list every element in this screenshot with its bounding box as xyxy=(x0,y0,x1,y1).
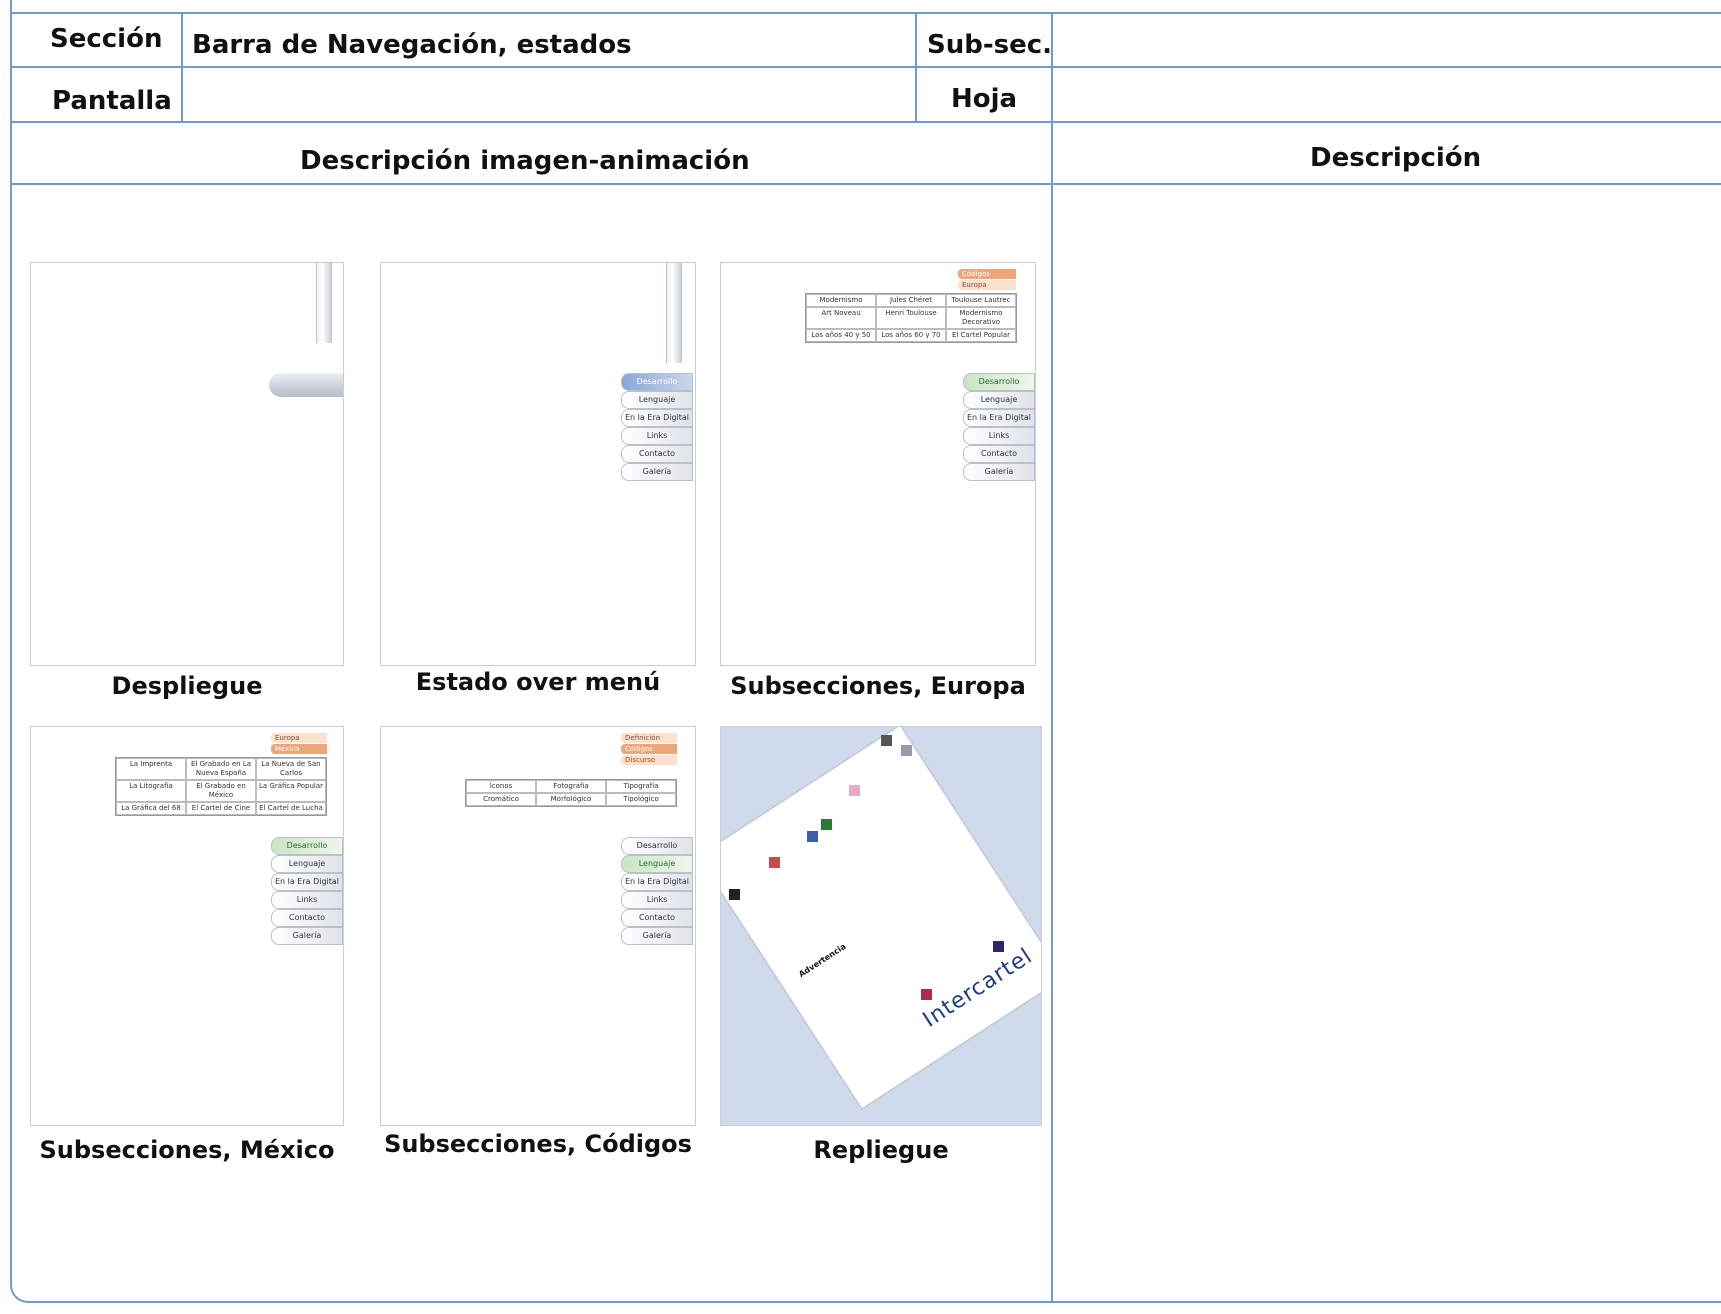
menu-item-galeria: Galería xyxy=(621,927,693,945)
color-swatch xyxy=(901,745,912,756)
menu-item-galeria: Galería xyxy=(963,463,1035,481)
rule-top xyxy=(10,12,1721,14)
brand-logo: Intercartel xyxy=(918,943,1038,1033)
submenu-item: Tipografía xyxy=(606,780,676,793)
menu-item-galeria: Galería xyxy=(271,927,343,945)
menu-item-contacto: Contacto xyxy=(271,909,343,927)
submenu-item: La Gráfica del 68 xyxy=(116,802,186,815)
menu-item-contacto: Contacto xyxy=(621,909,693,927)
thumb-despliegue xyxy=(30,262,344,666)
rule-row3 xyxy=(10,183,1721,185)
submenu-item: Modernismo xyxy=(806,294,876,307)
nav-pole xyxy=(316,263,332,343)
caption-europa: Subsecciones, Europa xyxy=(730,672,1026,700)
submenu-mexico: La Imprenta El Grabado en La Nueva Españ… xyxy=(115,757,327,816)
subsec-label: Sub-sec. xyxy=(927,30,1053,60)
submenu-item: Los años 40 y 50 xyxy=(806,329,876,342)
submenu-item: El Grabado en México xyxy=(186,780,256,802)
seccion-value: Barra de Navegación, estados xyxy=(192,30,632,60)
tag-mexico: México xyxy=(271,744,327,754)
menu-item-links: Links xyxy=(621,427,693,445)
submenu-item: La Litografía xyxy=(116,780,186,802)
submenu-item: Cromático xyxy=(466,793,536,806)
submenu-item: El Grabado en La Nueva España xyxy=(186,758,256,780)
thumb-codigos: Definición Códigos Discurso Íconos Fotog… xyxy=(380,726,696,1126)
menu-item-desarrollo: Desarrollo xyxy=(621,373,693,391)
color-swatch xyxy=(921,989,932,1000)
menu-item-lenguaje: Lenguaje xyxy=(271,855,343,873)
submenu-item: Los años 60 y 70 xyxy=(876,329,946,342)
submenu-item: El Cartel de Lucha xyxy=(256,802,326,815)
menu-item-era-digital: En la Era Digital xyxy=(963,409,1035,427)
color-swatch xyxy=(821,819,832,830)
rule-col-a xyxy=(181,12,183,123)
hoja-label: Hoja xyxy=(951,84,1018,114)
color-swatch xyxy=(993,941,1004,952)
menu-item-links: Links xyxy=(621,891,693,909)
rule-col-b xyxy=(915,12,917,123)
menu-item-lenguaje: Lenguaje xyxy=(621,855,693,873)
submenu-item: El Cartel Popular xyxy=(946,329,1016,342)
submenu-item: Modernismo Decorativo xyxy=(946,307,1016,329)
submenu-item: La Nueva de San Carlos xyxy=(256,758,326,780)
menu-item-desarrollo: Desarrollo xyxy=(271,837,343,855)
menu-item-links: Links xyxy=(271,891,343,909)
tag-definicion: Definición xyxy=(621,733,677,743)
submenu-item: Fotografía xyxy=(536,780,606,793)
menu-item-desarrollo: Desarrollo xyxy=(963,373,1035,391)
nav-pole xyxy=(666,263,682,363)
caption-despliegue: Despliegue xyxy=(111,672,263,700)
menu-item-era-digital: En la Era Digital xyxy=(621,409,693,427)
caption-mexico: Subsecciones, México xyxy=(39,1136,335,1164)
page-heading: Advertencia xyxy=(797,941,848,980)
submenu-item: El Cartel de Cine xyxy=(186,802,256,815)
submenu-item: Toulouse Lautrec xyxy=(946,294,1016,307)
rule-col-c xyxy=(1051,12,1053,1303)
tag-europa: Europa xyxy=(271,733,327,743)
menu-item-galeria: Galería xyxy=(621,463,693,481)
thumb-estado-over: Desarrollo Lenguaje En la Era Digital Li… xyxy=(380,262,696,666)
menu-item-contacto: Contacto xyxy=(963,445,1035,463)
pantalla-label: Pantalla xyxy=(52,86,172,116)
menu-item-links: Links xyxy=(963,427,1035,445)
submenu-item: Tipológico xyxy=(606,793,676,806)
rule-row1 xyxy=(10,66,1721,68)
submenu-item: Henri Toulouse xyxy=(876,307,946,329)
tag-codigos: Códigos xyxy=(958,269,1016,279)
tag-discurso: Discurso xyxy=(621,755,677,765)
caption-estado-over: Estado over menú xyxy=(415,668,661,696)
submenu-item: Art Noveau xyxy=(806,307,876,329)
submenu-item: La Gráfica Popular xyxy=(256,780,326,802)
seccion-label: Sección xyxy=(50,24,163,54)
thumb-europa: Códigos Europa Modernismo Jules Chéret T… xyxy=(720,262,1036,666)
tag-codigos: Códigos xyxy=(621,744,677,754)
menu-item-desarrollo: Desarrollo xyxy=(621,837,693,855)
rotated-page: Advertencia Intercartel xyxy=(721,727,1041,1109)
submenu-item: Morfológico xyxy=(536,793,606,806)
submenu-codigos: Íconos Fotografía Tipografía Cromático M… xyxy=(465,779,677,807)
tag-europa: Europa xyxy=(958,280,1016,290)
color-swatch xyxy=(807,831,818,842)
submenu-item: Íconos xyxy=(466,780,536,793)
menu-item-lenguaje: Lenguaje xyxy=(621,391,693,409)
menu-item-era-digital: En la Era Digital xyxy=(621,873,693,891)
submenu-item: Jules Chéret xyxy=(876,294,946,307)
submenu-europa: Modernismo Jules Chéret Toulouse Lautrec… xyxy=(805,293,1017,343)
column-left-title: Descripción imagen-animación xyxy=(300,146,750,176)
caption-codigos: Subsecciones, Códigos xyxy=(384,1130,692,1158)
color-swatch xyxy=(881,735,892,746)
thumb-repliegue: Advertencia Intercartel xyxy=(720,726,1042,1126)
caption-repliegue: Repliegue xyxy=(813,1136,949,1164)
color-swatch xyxy=(849,785,860,796)
column-right-title: Descripción xyxy=(1310,143,1482,173)
menu-item-contacto: Contacto xyxy=(621,445,693,463)
menu-item-lenguaje: Lenguaje xyxy=(963,391,1035,409)
rule-row2 xyxy=(10,121,1721,123)
color-swatch xyxy=(729,889,740,900)
color-swatch xyxy=(769,857,780,868)
thumb-mexico: Europa México La Imprenta El Grabado en … xyxy=(30,726,344,1126)
menu-item-era-digital: En la Era Digital xyxy=(271,873,343,891)
submenu-item: La Imprenta xyxy=(116,758,186,780)
nav-lamp xyxy=(269,373,343,397)
